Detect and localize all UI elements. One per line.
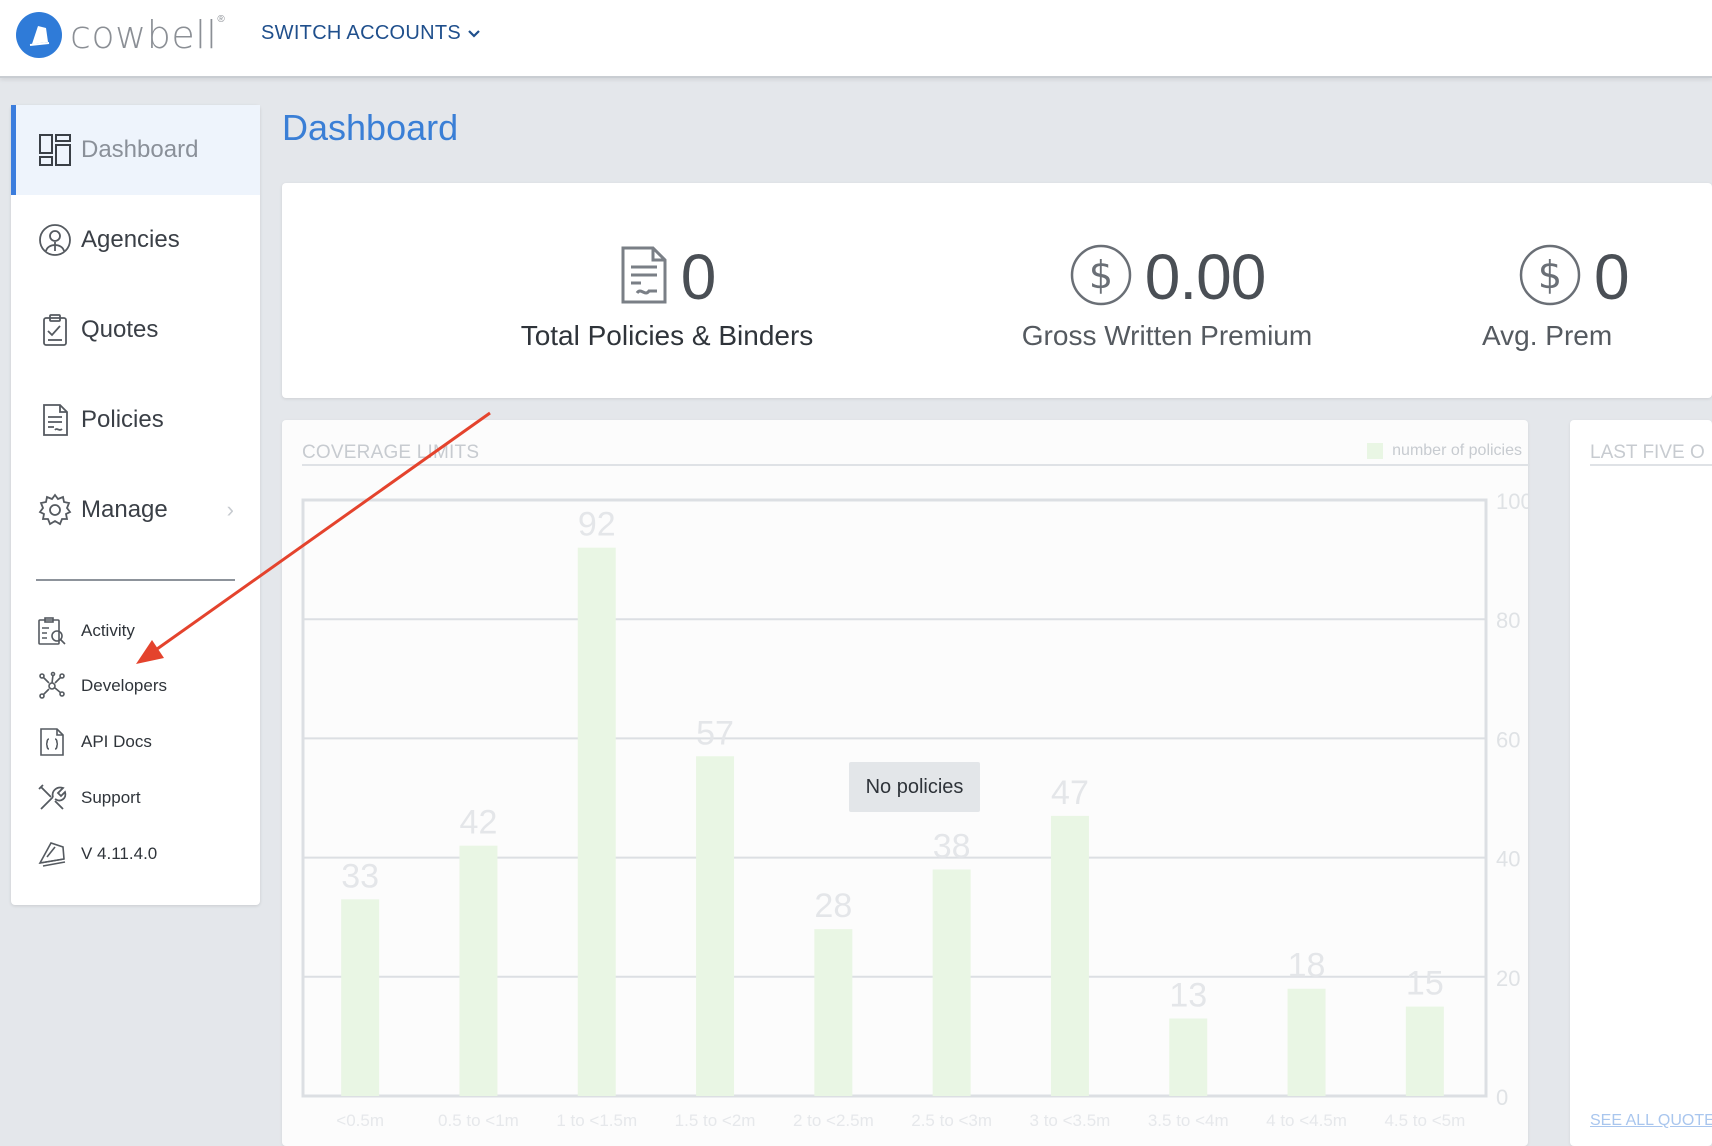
sidebar: Dashboard Agencies Quotes Policies Manag… — [11, 105, 260, 905]
sidebar-item-activity[interactable]: Activity — [37, 611, 135, 651]
stat-value: 0 — [680, 241, 717, 313]
last-five-quotes-card: LAST FIVE O SEE ALL QUOTE — [1570, 420, 1712, 1146]
chevron-right-icon: › — [226, 497, 234, 522]
bar — [341, 899, 380, 1096]
stat-value: 0 — [1594, 241, 1630, 313]
support-icon — [37, 783, 67, 813]
bar — [932, 869, 971, 1096]
svg-text:$: $ — [1538, 253, 1562, 297]
version-icon — [37, 839, 67, 869]
bar-data-label: 57 — [696, 714, 734, 752]
x-tick-label: 2 to <2.5m — [793, 1111, 874, 1130]
quotes-icon — [37, 312, 73, 348]
bar — [1287, 988, 1326, 1096]
document-icon — [619, 245, 669, 310]
top-bar: cowbell ® SWITCH ACCOUNTS — [0, 0, 1712, 78]
stat-gross-written-premium: $ 0.00 Gross Written Premium — [997, 240, 1337, 352]
x-tick-label: 3 to <3.5m — [1030, 1111, 1111, 1130]
x-tick-label: 2.5 to <3m — [911, 1111, 992, 1130]
stat-avg-premium: $ 0 Avg. Prem — [1482, 240, 1712, 352]
sidebar-item-label: Dashboard — [81, 136, 199, 163]
api-docs-icon — [37, 727, 67, 757]
stat-label: Total Policies & Binders — [520, 320, 814, 351]
stats-card: 0 Total Policies & Binders $ 0.00 Gross … — [282, 183, 1712, 398]
dollar-icon: $ — [1069, 243, 1133, 312]
bar-data-label: 13 — [1169, 977, 1207, 1015]
bar — [1169, 1018, 1208, 1096]
bar — [814, 929, 853, 1096]
x-tick-label: 4.5 to <5m — [1384, 1111, 1465, 1130]
y-tick-label: 60 — [1496, 727, 1520, 752]
stat-total-policies: 0 Total Policies & Binders — [517, 240, 817, 352]
no-policies-message: No policies — [849, 762, 980, 812]
sidebar-item-label: Manage — [81, 496, 168, 523]
stat-value: 0.00 — [1144, 241, 1267, 313]
chevron-down-icon — [468, 29, 480, 38]
cowbell-logo-icon — [16, 12, 62, 58]
coverage-limits-card: COVERAGE LIMITS number of policies 0 20 40… — [282, 420, 1530, 1146]
activity-icon — [37, 616, 67, 646]
bar — [1405, 1006, 1444, 1096]
svg-text:$: $ — [1089, 253, 1113, 297]
sidebar-item-agencies[interactable]: Agencies — [11, 195, 260, 285]
bar-data-label: 15 — [1406, 965, 1444, 1003]
sidebar-item-api-docs[interactable]: API Docs — [37, 722, 152, 762]
x-tick-label: 1 to <1.5m — [556, 1111, 637, 1130]
sidebar-item-manage[interactable]: Manage › — [11, 465, 260, 555]
logo-registered-mark: ® — [217, 13, 225, 25]
switch-accounts-button[interactable]: SWITCH ACCOUNTS — [261, 22, 481, 45]
x-tick-label: 4 to <4.5m — [1266, 1111, 1347, 1130]
y-tick-label: 80 — [1496, 608, 1520, 633]
card-title: LAST FIVE O — [1590, 442, 1705, 463]
sidebar-item-label: Quotes — [81, 316, 159, 343]
bar — [696, 756, 735, 1096]
bar-data-label: 47 — [1051, 774, 1089, 812]
bar-data-label: 33 — [341, 857, 379, 895]
page-title: Dashboard — [282, 107, 459, 148]
card-title-underline — [1590, 464, 1712, 466]
bar — [459, 845, 498, 1096]
sidebar-secondary-label: Developers — [81, 676, 167, 695]
sidebar-item-dashboard[interactable]: Dashboard — [11, 105, 260, 195]
sidebar-divider — [36, 579, 235, 581]
x-tick-label: <0.5m — [336, 1111, 384, 1130]
policies-icon — [37, 402, 73, 438]
y-tick-label: 20 — [1496, 966, 1520, 991]
sidebar-secondary-label: Support — [81, 788, 141, 807]
cowbell-logo[interactable]: cowbell ® — [16, 12, 225, 58]
sidebar-item-policies[interactable]: Policies — [11, 375, 260, 465]
sidebar-item-developers[interactable]: Developers — [37, 666, 167, 706]
x-tick-label: 3.5 to <4m — [1148, 1111, 1229, 1130]
bar-data-label: 42 — [460, 804, 498, 842]
y-tick-label: 0 — [1496, 1085, 1508, 1110]
switch-accounts-label: SWITCH ACCOUNTS — [261, 22, 462, 44]
sidebar-item-quotes[interactable]: Quotes — [11, 285, 260, 375]
gear-icon — [37, 492, 73, 528]
y-tick-label: 40 — [1496, 847, 1520, 872]
bar — [1050, 815, 1089, 1096]
dollar-icon: $ — [1518, 243, 1582, 312]
bar-data-label: 28 — [814, 887, 852, 925]
sidebar-secondary-label: API Docs — [81, 732, 152, 751]
sidebar-item-version: V 4.11.4.0 — [37, 834, 157, 874]
bar — [577, 547, 616, 1096]
x-tick-label: 1.5 to <2m — [675, 1111, 756, 1130]
sidebar-item-support[interactable]: Support — [37, 778, 141, 818]
bar-data-label: 92 — [578, 506, 616, 544]
see-all-quotes-link[interactable]: SEE ALL QUOTE — [1590, 1112, 1712, 1130]
stat-label: Gross Written Premium — [1021, 320, 1313, 351]
version-label: V 4.11.4.0 — [81, 844, 158, 863]
bar-data-label: 18 — [1288, 947, 1326, 985]
stat-label: Avg. Prem — [1482, 320, 1613, 351]
developers-icon — [37, 671, 67, 701]
sidebar-item-label: Policies — [81, 406, 164, 433]
bar-data-label: 38 — [933, 828, 971, 866]
y-tick-label: 100 — [1496, 489, 1528, 514]
dashboard-icon — [37, 132, 73, 168]
agencies-icon — [37, 222, 73, 258]
logo-text: cowbell — [70, 13, 218, 57]
x-tick-label: 0.5 to <1m — [438, 1111, 519, 1130]
sidebar-item-label: Agencies — [81, 226, 180, 253]
sidebar-secondary-label: Activity — [81, 621, 135, 640]
